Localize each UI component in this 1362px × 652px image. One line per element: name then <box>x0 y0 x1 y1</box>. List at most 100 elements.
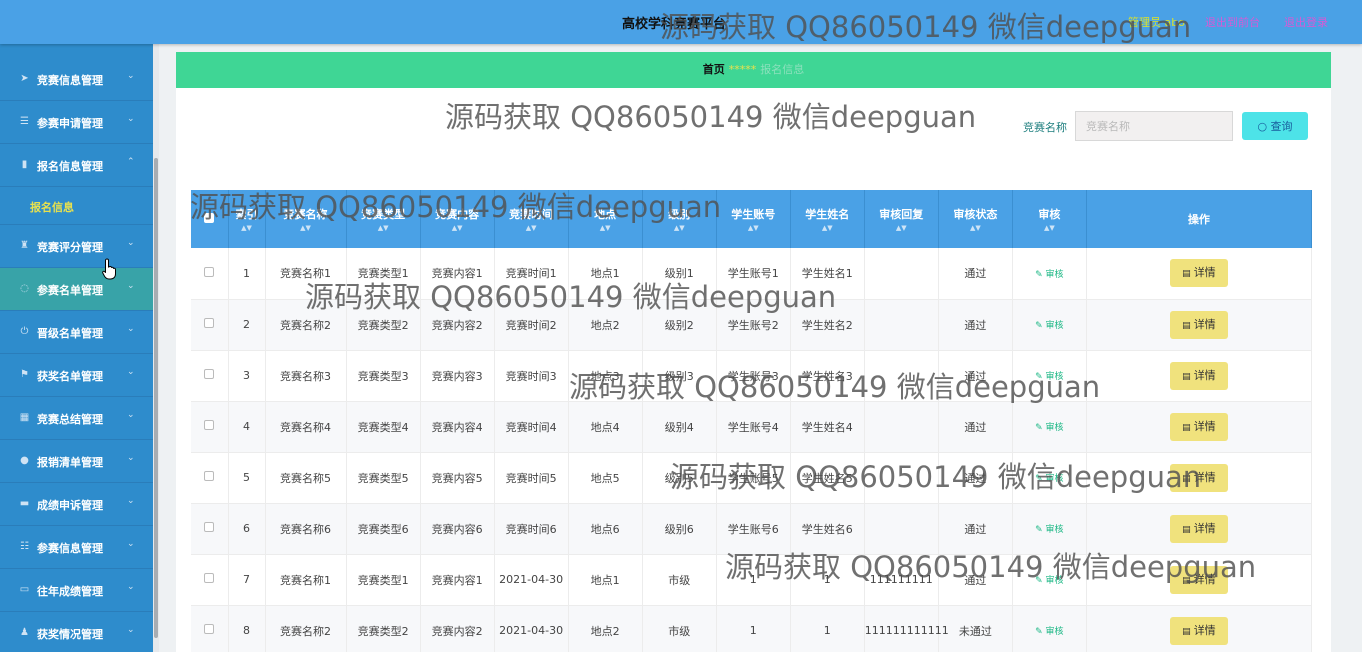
column-header[interactable]: 审核回复 ▲▼ <box>864 190 939 248</box>
table-row: 7 竞赛名称1 竞赛类型1 竞赛内容1 2021-04-30 地点1 市级 1 1 1111111… <box>191 554 1313 606</box>
table-cell: 学生姓名6 <box>790 503 865 555</box>
sidebar-item-awards[interactable]: ♟ 获奖情况管理 ⌄ <box>0 612 153 652</box>
column-header[interactable]: 学生账号 ▲▼ <box>716 190 791 248</box>
table-cell: 地点5 <box>568 452 643 504</box>
sort-icon[interactable]: ▲▼ <box>791 225 864 232</box>
row-select-cell[interactable] <box>191 554 229 606</box>
row-checkbox[interactable] <box>204 266 215 277</box>
audit-link[interactable]: ✎ 审核 <box>1035 525 1063 535</box>
sort-icon[interactable]: ▲▼ <box>1013 225 1086 232</box>
detail-button[interactable]: ▤ 详情 <box>1169 616 1228 645</box>
sidebar-item-application[interactable]: ☰ 参赛申请管理 ⌄ <box>0 101 153 144</box>
row-select-cell[interactable] <box>191 401 229 453</box>
sidebar-item-award-list[interactable]: ⚑ 获奖名单管理 ⌄ <box>0 354 153 397</box>
select-all-checkbox[interactable] <box>204 212 215 223</box>
row-select-cell[interactable] <box>191 299 229 351</box>
sort-icon[interactable]: ▲▼ <box>643 225 716 232</box>
sidebar-item-past-scores[interactable]: ▭ 往年成绩管理 ⌄ <box>0 569 153 612</box>
sidebar-item-reimbursement[interactable]: ● 报销清单管理 ⌄ <box>0 440 153 483</box>
table-cell: 通过 <box>938 299 1013 351</box>
action-cell: ▤ 详情 <box>1086 350 1313 402</box>
table-cell: 级别2 <box>642 299 717 351</box>
sort-icon[interactable]: ▲▼ <box>347 225 420 232</box>
sort-icon[interactable]: ▲▼ <box>229 225 265 232</box>
detail-button[interactable]: ▤ 详情 <box>1169 310 1228 339</box>
chevron-down-icon: ⌄ <box>127 238 135 248</box>
table-cell: 竞赛类型4 <box>346 401 421 453</box>
audit-link[interactable]: ✎ 审核 <box>1035 423 1063 433</box>
detail-button[interactable]: ▤ 详情 <box>1169 514 1228 543</box>
detail-button[interactable]: ▤ 详情 <box>1169 259 1228 288</box>
audit-link[interactable]: ✎ 审核 <box>1035 270 1063 280</box>
sort-icon[interactable]: ▲▼ <box>421 225 494 232</box>
row-checkbox[interactable] <box>204 471 215 481</box>
submenu-item-registration-info[interactable]: 报名信息 <box>0 187 153 225</box>
sidebar-item-competition-info[interactable]: ➤ 竞赛信息管理 ⌄ <box>0 58 153 101</box>
sidebar-item-summary[interactable]: ▦ 竞赛总结管理 ⌄ <box>0 397 153 440</box>
table-cell: 竞赛内容3 <box>420 350 495 402</box>
search-input[interactable] <box>1075 111 1233 141</box>
logout-link[interactable]: 退出登录 <box>1284 14 1328 30</box>
row-select-cell[interactable] <box>191 503 229 555</box>
chevron-down-icon: ⌄ <box>127 367 135 377</box>
row-checkbox[interactable] <box>204 624 215 634</box>
table-cell: 竞赛名称4 <box>265 401 347 453</box>
row-select-cell[interactable] <box>191 248 229 300</box>
sidebar-item-participant-list[interactable]: ◌ 参赛名单管理 ⌄ <box>0 268 153 311</box>
row-checkbox[interactable] <box>204 522 215 532</box>
sidebar-item-appeal[interactable]: ▬ 成绩申诉管理 ⌄ <box>0 483 153 526</box>
detail-button[interactable]: ▤ 详情 <box>1169 565 1228 594</box>
table-cell: 竞赛类型2 <box>346 299 421 351</box>
column-header[interactable]: 索引 ▲▼ <box>228 190 266 248</box>
sort-icon[interactable]: ▲▼ <box>939 225 1012 232</box>
sidebar-item-participation-info[interactable]: ☷ 参赛信息管理 ⌄ <box>0 526 153 569</box>
exit-to-front-link[interactable]: 退出到前台 <box>1205 14 1260 30</box>
sidebar-scrollbar-thumb[interactable] <box>154 158 158 638</box>
audit-link[interactable]: ✎ 审核 <box>1035 474 1063 484</box>
column-header[interactable]: 竞赛类型 ▲▼ <box>346 190 421 248</box>
column-header[interactable]: 级别 ▲▼ <box>642 190 717 248</box>
sidebar-item-label: 竞赛评分管理 <box>37 241 103 254</box>
row-checkbox[interactable] <box>204 420 215 430</box>
audit-link[interactable]: ✎ 审核 <box>1035 372 1063 382</box>
table-cell: 竞赛时间6 <box>494 503 569 555</box>
detail-button[interactable]: ▤ 详情 <box>1169 361 1228 390</box>
audit-link[interactable]: ✎ 审核 <box>1035 627 1063 637</box>
row-select-cell[interactable] <box>191 605 229 652</box>
sidebar-item-promotion-list[interactable]: ⏻ 晋级名单管理 ⌄ <box>0 311 153 354</box>
sort-icon[interactable]: ▲▼ <box>569 225 642 232</box>
row-select-cell[interactable] <box>191 452 229 504</box>
breadcrumb-current: 报名信息 <box>760 63 805 76</box>
column-header[interactable]: 竞赛内容 ▲▼ <box>420 190 495 248</box>
column-header[interactable]: 审核 ▲▼ <box>1012 190 1087 248</box>
chevron-down-icon: ⌄ <box>127 625 135 635</box>
audit-link[interactable]: ✎ 审核 <box>1035 576 1063 586</box>
table-cell: 竞赛名称2 <box>265 605 347 652</box>
column-header[interactable]: 竞赛名称 ▲▼ <box>265 190 347 248</box>
document-icon: ▤ <box>1182 524 1191 535</box>
table-row: 3 竞赛名称3 竞赛类型3 竞赛内容3 竞赛时间3 地点3 级别3 学生账号3 学生姓名3 通过 ✎… <box>191 350 1313 402</box>
sort-icon[interactable]: ▲▼ <box>266 225 346 232</box>
detail-button[interactable]: ▤ 详情 <box>1169 463 1228 492</box>
column-header[interactable]: 地点 ▲▼ <box>568 190 643 248</box>
table-cell: 竞赛内容5 <box>420 452 495 504</box>
column-header[interactable]: 学生姓名 ▲▼ <box>790 190 865 248</box>
column-header[interactable]: 竞赛时间 ▲▼ <box>494 190 569 248</box>
sort-icon[interactable]: ▲▼ <box>717 225 790 232</box>
sort-icon[interactable]: ▲▼ <box>495 225 568 232</box>
sidebar-item-registration[interactable]: ▮ 报名信息管理 ⌃ <box>0 144 153 187</box>
detail-button[interactable]: ▤ 详情 <box>1169 412 1228 441</box>
row-checkbox[interactable] <box>204 369 215 379</box>
row-select-cell[interactable] <box>191 350 229 402</box>
sort-icon[interactable]: ▲▼ <box>865 225 938 232</box>
power-icon: ⏻ <box>20 326 29 337</box>
audit-link[interactable]: ✎ 审核 <box>1035 321 1063 331</box>
table-cell: 学生姓名2 <box>790 299 865 351</box>
column-header[interactable]: 审核状态 ▲▼ <box>938 190 1013 248</box>
select-all-cell[interactable] <box>191 190 229 248</box>
row-checkbox[interactable] <box>204 318 215 328</box>
search-button[interactable]: ○ 查询 <box>1242 112 1308 140</box>
row-checkbox[interactable] <box>204 573 215 583</box>
breadcrumb-home[interactable]: 首页 <box>703 63 725 76</box>
sidebar-item-scoring[interactable]: ♜ 竞赛评分管理 ⌄ <box>0 225 153 268</box>
